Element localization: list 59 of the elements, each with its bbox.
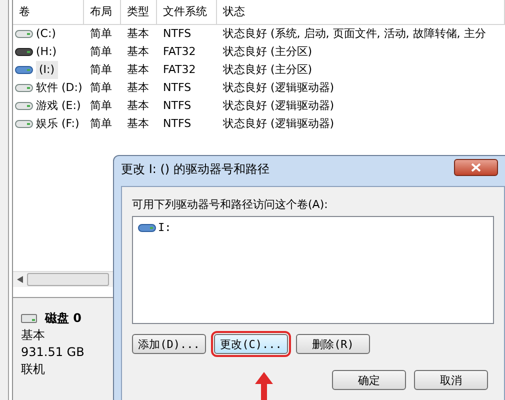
column-header[interactable]: 状态 <box>217 0 505 25</box>
table-cell-text: 简单 <box>89 80 113 96</box>
drive-icon <box>15 30 33 38</box>
drive-icon <box>138 224 156 232</box>
table-cell-text: 基本 <box>126 44 150 60</box>
table-cell-text: NTFS <box>162 98 192 114</box>
table-cell-text: 状态良好 (主分区) <box>222 62 314 78</box>
arrow-icon <box>255 372 273 400</box>
table-cell-text: 简单 <box>89 98 113 114</box>
close-icon <box>471 163 481 172</box>
volume-name[interactable]: (C:) <box>36 25 56 43</box>
table-cell-text: NTFS <box>162 26 192 42</box>
path-list[interactable]: I: <box>132 216 494 324</box>
drive-icon <box>15 84 33 92</box>
volume-name[interactable]: (H:) <box>36 43 57 61</box>
table-cell-text: 简单 <box>89 116 113 132</box>
volume-name[interactable]: 游戏 (E:) <box>36 97 81 115</box>
disk-info: 联机 <box>21 361 45 377</box>
table-cell-text: 状态良好 (逻辑驱动器) <box>222 116 336 132</box>
volume-name[interactable]: 娱乐 (F:) <box>36 115 80 133</box>
dialog-title: 更改 I: () 的驱动器号和路径 <box>121 161 270 178</box>
volume-name[interactable]: 软件 (D:) <box>36 79 82 97</box>
volume-name[interactable]: (I:) <box>36 61 58 79</box>
table-cell-text: 状态良好 (逻辑驱动器) <box>222 98 336 114</box>
drive-icon <box>15 66 33 74</box>
disk-info: 基本 <box>21 327 45 343</box>
table-cell-text: 简单 <box>89 26 113 42</box>
dialog-button[interactable]: 删除(R) <box>296 334 370 354</box>
table-cell-text: FAT32 <box>162 44 197 60</box>
table-cell-text: 基本 <box>126 26 150 42</box>
column-header[interactable]: 卷 <box>13 0 84 25</box>
table-cell-text: 简单 <box>89 44 113 60</box>
table-cell-text: 基本 <box>126 80 150 96</box>
drive-icon <box>15 120 33 128</box>
table-cell-text: 基本 <box>126 116 150 132</box>
dialog-button[interactable]: 添加(D)... <box>132 334 206 354</box>
disk-info: 931.51 GB <box>21 344 84 360</box>
table-cell-text: 状态良好 (主分区) <box>222 44 314 60</box>
list-label: 可用下列驱动器号和路径访问这个卷(A): <box>132 197 329 212</box>
dialog-button[interactable]: 取消 <box>414 370 488 390</box>
drive-icon <box>15 48 33 56</box>
column-header[interactable]: 文件系统 <box>157 0 217 25</box>
table-cell-text: 基本 <box>126 62 150 78</box>
table-cell-text: NTFS <box>162 116 192 132</box>
table-cell-text: 状态良好 (逻辑驱动器) <box>222 80 336 96</box>
list-item[interactable]: I: <box>138 221 488 234</box>
column-header[interactable]: 布局 <box>84 0 121 25</box>
table-cell-text: 简单 <box>89 62 113 78</box>
close-button[interactable] <box>454 159 498 176</box>
dialog-button[interactable]: 确定 <box>332 370 406 390</box>
dialog-button[interactable]: 更改(C)... <box>214 334 288 354</box>
disk-name: 磁盘 0 <box>45 310 82 326</box>
scroll-left-icon[interactable] <box>17 276 23 283</box>
drive-icon <box>15 102 33 110</box>
column-header[interactable]: 类型 <box>121 0 157 25</box>
table-cell-text: 基本 <box>126 98 150 114</box>
table-cell-text: FAT32 <box>162 62 197 78</box>
table-cell-text: NTFS <box>162 80 192 96</box>
table-cell-text: 状态良好 (系统, 启动, 页面文件, 活动, 故障转储, 主分 <box>222 26 487 42</box>
